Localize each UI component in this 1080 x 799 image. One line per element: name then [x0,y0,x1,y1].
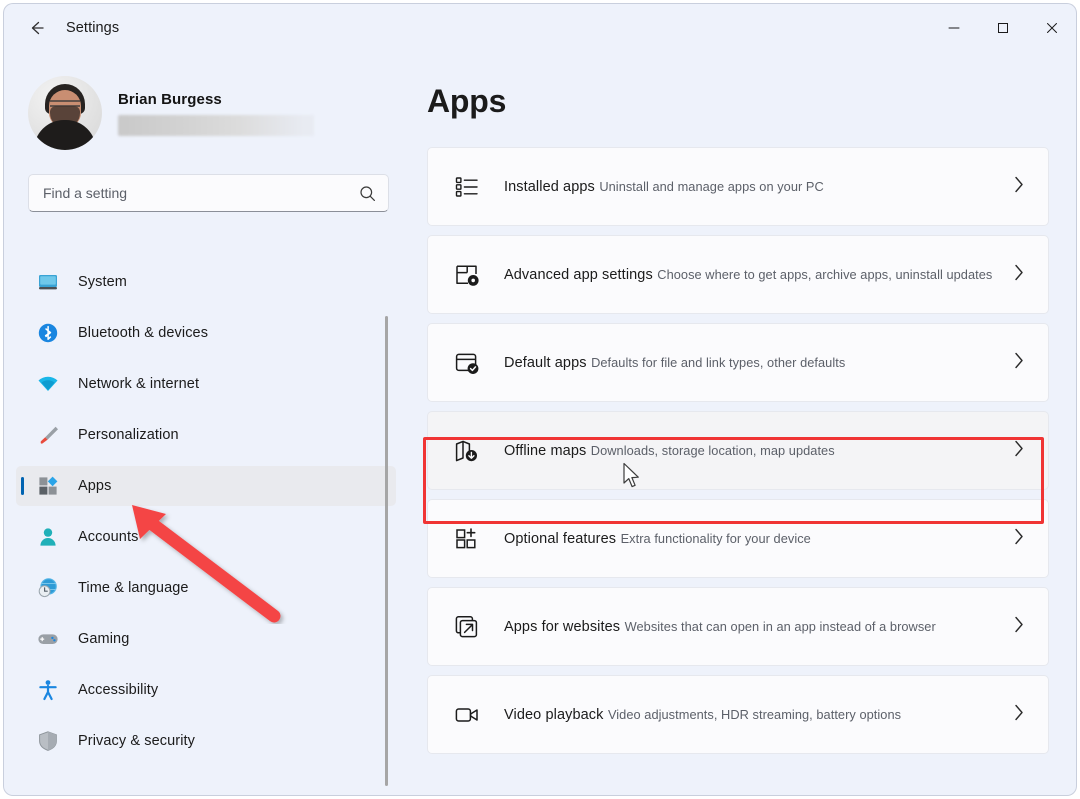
sidebar-item-label: Accounts [78,529,139,545]
card-text: Installed apps Uninstall and manage apps… [504,178,824,196]
system-icon [36,270,60,294]
card-title: Advanced app settings [504,266,653,283]
sidebar-item-label: Time & language [78,580,189,596]
window-controls [929,4,1076,52]
sidebar-item-system[interactable]: System [16,262,396,302]
personalization-icon [36,423,60,447]
search-box[interactable] [28,174,389,212]
video-playback-icon [452,700,482,730]
card-subtitle: Websites that can open in an app instead… [624,618,936,634]
card-text: Advanced app settings Choose where to ge… [504,266,992,284]
default-apps-icon [452,348,482,378]
card-text: Video playback Video adjustments, HDR st… [504,706,901,724]
card-optional-features[interactable]: Optional features Extra functionality fo… [427,499,1049,578]
card-title: Video playback [504,706,604,723]
apps-icon [36,474,60,498]
sidebar-item-accounts[interactable]: Accounts [16,517,396,557]
sidebar-item-label: Network & internet [78,376,200,392]
account-email-redacted [118,114,314,136]
card-offline-maps[interactable]: Offline maps Downloads, storage location… [427,411,1049,490]
back-button[interactable] [18,12,56,44]
main-content: Apps Installed apps Uninstall and manage… [396,52,1076,795]
card-title: Offline maps [504,442,587,459]
title-bar: Settings [4,4,1076,52]
sidebar-item-bluetooth-devices[interactable]: Bluetooth & devices [16,313,396,353]
card-subtitle: Downloads, storage location, map updates [590,442,835,458]
sidebar-item-network-internet[interactable]: Network & internet [16,364,396,404]
account-name: Brian Burgess [118,90,222,108]
sidebar-scrollbar[interactable] [385,316,388,786]
chevron-right-icon [1012,438,1026,463]
card-subtitle: Extra functionality for your device [620,530,811,546]
card-subtitle: Uninstall and manage apps on your PC [599,178,824,194]
card-text: Offline maps Downloads, storage location… [504,442,835,460]
sidebar: Brian Burgess System [4,52,396,795]
minimize-button[interactable] [929,4,978,52]
search-icon[interactable] [359,185,376,202]
search-input[interactable] [43,185,359,201]
close-icon [1046,23,1057,33]
card-video-playback[interactable]: Video playback Video adjustments, HDR st… [427,675,1049,754]
offline-maps-icon [452,436,482,466]
account-text: Brian Burgess [118,91,314,136]
sidebar-item-label: Personalization [78,427,179,443]
sidebar-item-label: Apps [78,478,112,494]
card-installed-apps[interactable]: Installed apps Uninstall and manage apps… [427,147,1049,226]
chevron-right-icon [1012,350,1026,375]
card-title: Default apps [504,354,587,371]
card-subtitle: Choose where to get apps, archive apps, … [657,266,993,282]
avatar [28,76,102,150]
apps-for-websites-icon [452,612,482,642]
maximize-icon [997,23,1008,33]
sidebar-item-personalization[interactable]: Personalization [16,415,396,455]
time-language-icon [36,576,60,600]
network-icon [36,372,60,396]
installed-apps-icon [452,172,482,202]
card-text: Default apps Defaults for file and link … [504,354,845,372]
sidebar-item-label: Bluetooth & devices [78,325,209,341]
chevron-right-icon [1012,262,1026,287]
card-text: Optional features Extra functionality fo… [504,530,811,548]
optional-features-icon [452,524,482,554]
card-text: Apps for websites Websites that can open… [504,618,936,636]
sidebar-item-time-language[interactable]: Time & language [16,568,396,608]
card-apps-for-websites[interactable]: Apps for websites Websites that can open… [427,587,1049,666]
privacy-security-icon [36,729,60,753]
maximize-button[interactable] [978,4,1027,52]
card-title: Optional features [504,530,617,547]
page-title: Apps [427,83,507,119]
card-title: Installed apps [504,178,595,195]
card-subtitle: Video adjustments, HDR streaming, batter… [607,706,902,722]
chevron-right-icon [1012,702,1026,727]
bluetooth-icon [36,321,60,345]
sidebar-item-label: Privacy & security [78,733,196,749]
card-title: Apps for websites [504,618,621,635]
card-advanced-app-settings[interactable]: Advanced app settings Choose where to ge… [427,235,1049,314]
sidebar-item-accessibility[interactable]: Accessibility [16,670,396,710]
window-title: Settings [66,20,120,36]
chevron-right-icon [1012,614,1026,639]
close-button[interactable] [1027,4,1076,52]
accessibility-icon [36,678,60,702]
minimize-icon [948,27,959,29]
accounts-icon [36,525,60,549]
sidebar-item-privacy-security[interactable]: Privacy & security [16,721,396,761]
back-arrow-icon [31,21,44,35]
sidebar-item-label: Gaming [78,631,130,647]
settings-card-list: Installed apps Uninstall and manage apps… [427,147,1049,754]
settings-window: Settings Brian Burgess Find a setting Sy… [4,4,1076,795]
advanced-app-settings-icon [452,260,482,290]
navigation-list: System Bluetooth & devices Network & int… [4,262,396,795]
sidebar-item-apps[interactable]: Apps [16,466,396,506]
card-default-apps[interactable]: Default apps Defaults for file and link … [427,323,1049,402]
sidebar-item-gaming[interactable]: Gaming [16,619,396,659]
gaming-icon [36,627,60,651]
card-subtitle: Defaults for file and link types, other … [591,354,846,370]
sidebar-item-label: Accessibility [78,682,159,698]
chevron-right-icon [1012,526,1026,551]
account-block[interactable]: Brian Burgess [28,76,396,150]
sidebar-item-label: System [78,274,127,290]
chevron-right-icon [1012,174,1026,199]
